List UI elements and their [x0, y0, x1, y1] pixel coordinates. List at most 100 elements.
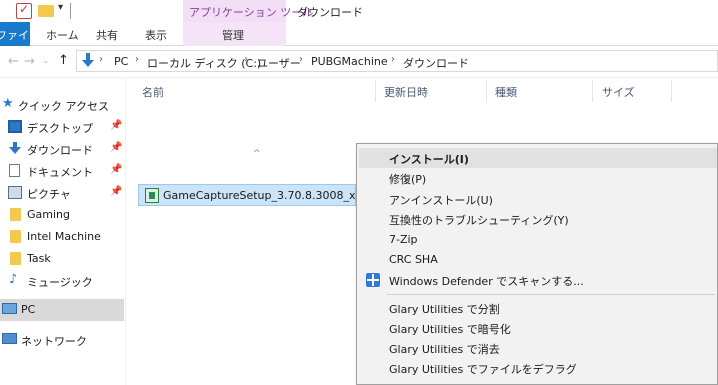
context-tab-header-label: アプリケーション ツール — [189, 6, 314, 19]
menu-item-label: 互換性のトラブルシューティング(Y) — [389, 214, 569, 227]
sidebar-item-label: ダウンロード — [27, 144, 93, 157]
navigation-pane: ★ クイック アクセス デスクトップ 📌 ダウンロード 📌 ドキュメント 📌 ピ… — [0, 78, 126, 385]
menu-item-label: Glary Utilities でファイルをデフラグ — [389, 363, 577, 376]
sidebar-item-label: ピクチャ — [27, 188, 71, 201]
title-bar: ▾ アプリケーション ツール ダウンロード — [0, 0, 718, 22]
picture-icon — [8, 186, 22, 199]
menu-item-7zip[interactable]: 7-Zip — [359, 230, 717, 250]
pin-icon[interactable]: 📌 — [110, 142, 122, 153]
menu-item-label: Windows Defender でスキャンする... — [389, 275, 584, 288]
breadcrumb-downloads[interactable]: ダウンロード — [403, 55, 469, 71]
menu-item-glary-split[interactable]: Glary Utilities で分割 — [359, 298, 717, 318]
context-tab-header: アプリケーション ツール — [183, 0, 313, 22]
sidebar-item-label: Gaming — [27, 208, 70, 221]
tab-view[interactable]: 表示 — [145, 27, 167, 43]
document-icon — [9, 164, 20, 177]
sidebar-item-downloads[interactable]: ダウンロード 📌 — [0, 138, 124, 160]
menu-item-troubleshoot-compatibility[interactable]: 互換性のトラブルシューティング(Y) — [359, 209, 717, 229]
menu-item-label: Glary Utilities で分割 — [389, 303, 500, 316]
menu-item-crc-sha[interactable]: CRC SHA — [359, 250, 717, 270]
sidebar-item-documents[interactable]: ドキュメント 📌 — [0, 160, 124, 182]
quick-access-dropdown-icon[interactable]: ▾ — [58, 2, 63, 13]
column-divider[interactable] — [671, 80, 672, 102]
sidebar-item-task[interactable]: Task — [0, 248, 124, 270]
new-folder-icon[interactable] — [38, 5, 54, 17]
breadcrumb-separator: › — [99, 54, 103, 65]
navigation-bar: ← → ⌄ ↑ › PC › ローカル ディスク (C:) › ユーザー › P… — [0, 46, 718, 78]
sidebar-item-label: ネットワーク — [21, 335, 87, 348]
breadcrumb-separator: › — [391, 54, 395, 65]
column-header-name[interactable]: 名前 — [142, 84, 164, 100]
menu-item-uninstall[interactable]: アンインストール(U) — [359, 189, 717, 209]
window-title: ダウンロード — [297, 6, 363, 19]
sidebar-item-label: デスクトップ — [27, 122, 93, 135]
sidebar-item-label: Task — [27, 252, 51, 265]
sidebar-item-label: クイック アクセス — [18, 100, 109, 113]
menu-item-install[interactable]: インストール(I) — [359, 148, 717, 168]
file-name: GameCaptureSetup_3.70.8.3008_x64 — [163, 189, 370, 202]
tab-file-label: ファイル — [0, 29, 40, 42]
recent-locations-chevron-icon[interactable]: ⌄ — [42, 56, 50, 66]
pin-icon[interactable]: 📌 — [110, 186, 122, 197]
sidebar-item-label: PC — [21, 303, 36, 316]
column-header-type[interactable]: 種類 — [495, 84, 517, 100]
sidebar-item-network[interactable]: ネットワーク — [0, 329, 124, 351]
menu-item-defender-scan[interactable]: Windows Defender でスキャンする... — [359, 270, 717, 290]
download-location-icon — [82, 53, 94, 67]
breadcrumb-separator: › — [135, 54, 139, 65]
column-header-date[interactable]: 更新日時 — [384, 84, 428, 100]
column-header-size[interactable]: サイズ — [602, 84, 635, 100]
back-arrow-icon[interactable]: ← — [8, 54, 19, 69]
breadcrumb-separator: › — [299, 54, 303, 65]
menu-item-glary-shred[interactable]: Glary Utilities で消去 — [359, 338, 717, 358]
network-icon — [2, 333, 17, 344]
breadcrumb-users[interactable]: ユーザー — [257, 55, 301, 71]
properties-check-icon[interactable] — [16, 2, 32, 19]
sidebar-item-pictures[interactable]: ピクチャ 📌 — [0, 182, 124, 204]
sidebar-item-label: Intel Machine — [27, 230, 101, 243]
forward-arrow-icon[interactable]: → — [24, 54, 35, 69]
sidebar-item-label: ミュージック — [27, 276, 93, 289]
download-icon — [9, 142, 21, 154]
column-divider[interactable] — [486, 80, 487, 102]
toolbar-divider — [70, 3, 71, 19]
column-divider[interactable] — [375, 80, 376, 102]
menu-item-label: 修復(P) — [389, 173, 427, 186]
breadcrumb-pc[interactable]: PC — [114, 55, 128, 68]
tab-share[interactable]: 共有 — [96, 27, 118, 43]
sidebar-item-pc[interactable]: PC — [0, 299, 124, 321]
sidebar-quick-access[interactable]: ★ クイック アクセス — [0, 94, 124, 116]
menu-item-label: アンインストール(U) — [389, 194, 493, 207]
pin-icon[interactable]: 📌 — [110, 164, 122, 175]
file-row[interactable]: GameCaptureSetup_3.70.8.3008_x64 — [138, 184, 370, 206]
context-menu: インストール(I) 修復(P) アンインストール(U) 互換性のトラブルシューテ… — [356, 143, 718, 385]
menu-item-repair[interactable]: 修復(P) — [359, 168, 717, 188]
sidebar-item-intel-machine[interactable]: Intel Machine — [0, 226, 124, 248]
sidebar-item-label: ドキュメント — [27, 166, 93, 179]
breadcrumb-separator: › — [244, 54, 248, 65]
column-divider[interactable] — [592, 80, 593, 102]
sidebar-item-gaming[interactable]: Gaming — [0, 204, 124, 226]
menu-item-label: Glary Utilities で消去 — [389, 343, 500, 356]
address-bar[interactable]: › PC › ローカル ディスク (C:) › ユーザー › PUBGMachi… — [76, 50, 718, 72]
menu-item-glary-defrag[interactable]: Glary Utilities でファイルをデフラグ — [359, 358, 717, 378]
computer-icon — [2, 303, 17, 314]
menu-item-label: CRC SHA — [389, 253, 438, 266]
menu-item-glary-encrypt[interactable]: Glary Utilities で暗号化 — [359, 318, 717, 338]
pin-icon[interactable]: 📌 — [110, 120, 122, 131]
sidebar-item-music[interactable]: ♪ ミュージック — [0, 270, 124, 292]
menu-item-label: 7-Zip — [389, 233, 418, 246]
menu-item-label: インストール(I) — [389, 153, 469, 166]
tab-file[interactable]: ファイル — [0, 22, 40, 46]
tab-manage[interactable]: 管理 — [222, 27, 244, 43]
star-icon: ★ — [2, 96, 14, 111]
tab-home[interactable]: ホーム — [46, 27, 79, 43]
folder-icon — [10, 230, 21, 243]
folder-icon — [10, 208, 21, 221]
installer-icon — [145, 188, 159, 203]
sidebar-item-desktop[interactable]: デスクトップ 📌 — [0, 116, 124, 138]
up-arrow-icon[interactable]: ↑ — [58, 53, 69, 68]
breadcrumb-pubgmachine[interactable]: PUBGMachine — [311, 55, 388, 68]
desktop-icon — [8, 120, 22, 133]
ribbon-tabs: ファイル ホーム 共有 表示 管理 — [0, 22, 718, 46]
